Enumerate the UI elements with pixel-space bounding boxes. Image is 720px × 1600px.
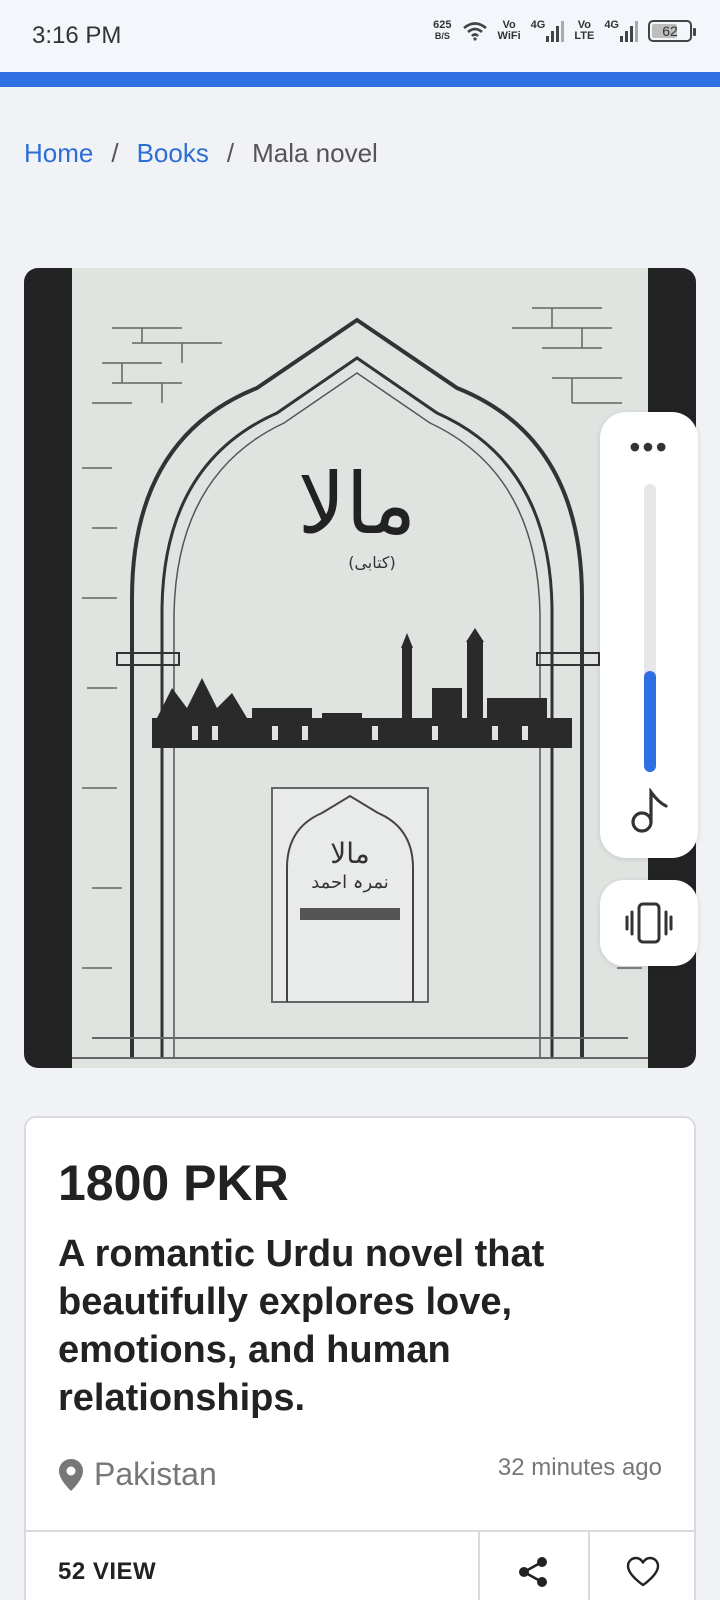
sound-panel: ••• xyxy=(600,412,698,858)
share-icon xyxy=(519,1557,547,1587)
volume-slider-fill xyxy=(644,671,656,772)
breadcrumb-current: Mala novel xyxy=(252,138,378,168)
heart-icon xyxy=(626,1556,660,1587)
vibrate-icon[interactable] xyxy=(624,900,674,946)
listing-card: 1800 PKR A romantic Urdu novel that beau… xyxy=(24,1116,696,1600)
location-text: Pakistan xyxy=(94,1456,217,1492)
signal-bars-icon xyxy=(546,20,565,42)
location-pin-icon xyxy=(59,1458,83,1491)
inner-cover-title: مالا xyxy=(330,837,370,870)
vowifi-label: Vo WiFi xyxy=(497,19,521,42)
battery-icon: 62 xyxy=(648,20,696,42)
volume-slider[interactable] xyxy=(644,484,656,772)
header-accent-bar xyxy=(0,72,720,87)
card-divider xyxy=(26,1530,694,1532)
breadcrumb-home[interactable]: Home xyxy=(24,138,93,169)
book-cover-illustration: مالا (کتابی) مالا نمرہ احمد xyxy=(72,268,648,1068)
book-image[interactable]: مالا (کتابی) مالا نمرہ احمد xyxy=(24,268,696,1068)
status-time: 3:16 PM xyxy=(32,22,122,49)
vibrate-panel xyxy=(600,880,698,966)
posted-time: 32 minutes ago xyxy=(497,1454,662,1481)
breadcrumb-separator: / xyxy=(226,138,235,168)
action-divider xyxy=(478,1532,480,1600)
breadcrumb-separator: / xyxy=(111,138,119,168)
share-button[interactable] xyxy=(508,1550,558,1594)
cover-title: مالا xyxy=(298,455,417,553)
listing-description: A romantic Urdu novel that beautifully e… xyxy=(58,1233,545,1419)
more-options-icon[interactable]: ••• xyxy=(600,431,698,463)
listing-location: Pakistan xyxy=(58,1456,217,1493)
cover-subtitle: (کتابی) xyxy=(348,553,396,572)
status-bar: 3:16 PM 625 B/S Vo WiFi 4G Vo LTE 4G 62 xyxy=(0,0,720,72)
network-speed: 625 B/S xyxy=(433,19,452,42)
favorite-button[interactable] xyxy=(618,1550,668,1594)
signal-1: 4G xyxy=(531,20,565,42)
view-count: 52 VIEW xyxy=(58,1558,157,1585)
breadcrumb: Home / Books / Mala novel xyxy=(24,138,378,169)
book-cover-art: مالا (کتابی) مالا نمرہ احمد xyxy=(72,268,648,1068)
status-icons: 625 B/S Vo WiFi 4G Vo LTE 4G 62 xyxy=(433,19,696,42)
inner-cover-author: نمرہ احمد xyxy=(311,872,389,893)
listing-price: 1800 PKR xyxy=(58,1155,289,1211)
volte-label: Vo LTE xyxy=(574,19,595,42)
wifi-icon xyxy=(462,22,487,41)
signal-bars-icon xyxy=(620,20,638,42)
music-note-icon[interactable] xyxy=(630,788,670,834)
action-divider xyxy=(588,1532,590,1600)
breadcrumb-books[interactable]: Books xyxy=(137,138,209,169)
signal-2: 4G xyxy=(604,20,638,42)
